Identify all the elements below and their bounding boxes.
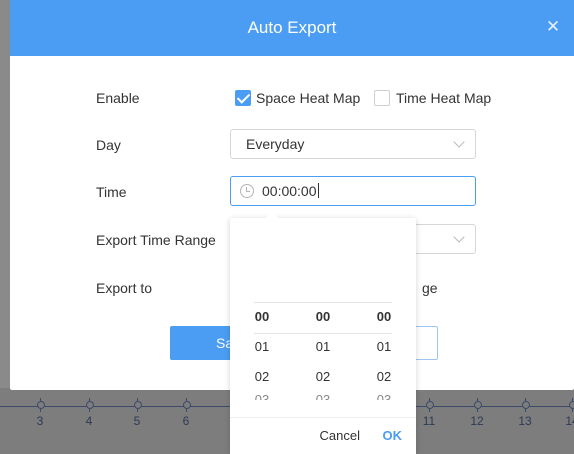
- minute-option[interactable]: 00: [303, 302, 343, 332]
- tick-label: 14: [565, 414, 574, 428]
- tick-label: 5: [133, 414, 141, 428]
- chevron-down-icon: [453, 136, 465, 148]
- export-time-range-label: Export Time Range: [96, 232, 216, 248]
- hour-option[interactable]: 01: [242, 332, 282, 362]
- second-option[interactable]: 02: [364, 362, 404, 392]
- tick-label: 3: [36, 414, 44, 428]
- hour-column[interactable]: 00 01 02 03: [242, 302, 282, 400]
- time-input-value: 00:00:00: [262, 183, 319, 199]
- timeline-tick: 5: [127, 398, 147, 428]
- second-option[interactable]: 03: [364, 392, 404, 400]
- second-column[interactable]: 00 01 02 03: [364, 302, 404, 400]
- minute-option[interactable]: 02: [303, 362, 343, 392]
- tick-label: 4: [85, 414, 93, 428]
- time-input[interactable]: 00:00:00: [230, 176, 476, 206]
- timeline-tick: 6: [176, 398, 196, 428]
- tick-label: 11: [422, 414, 436, 428]
- timeline-tick: 12: [467, 398, 487, 428]
- picker-ok-button[interactable]: OK: [383, 428, 403, 443]
- space-heat-map-checkbox[interactable]: [235, 90, 251, 106]
- enable-label: Enable: [96, 90, 140, 106]
- hour-option[interactable]: 02: [242, 362, 282, 392]
- close-icon[interactable]: ✕: [542, 16, 564, 38]
- day-label: Day: [96, 137, 121, 153]
- picker-footer: Cancel OK: [230, 417, 416, 454]
- time-heat-map-checkbox[interactable]: [374, 90, 390, 106]
- tick-label: 6: [182, 414, 190, 428]
- day-select-value: Everyday: [246, 136, 305, 152]
- dialog-title: Auto Export: [247, 18, 337, 37]
- timeline-tick: 14: [562, 398, 574, 428]
- space-heat-map-label[interactable]: Space Heat Map: [256, 90, 360, 106]
- time-label: Time: [96, 184, 127, 200]
- clock-icon: [240, 184, 254, 198]
- dialog-header: Auto Export ✕: [10, 0, 574, 56]
- minute-column[interactable]: 00 01 02 03: [303, 302, 343, 400]
- hour-option[interactable]: 03: [242, 392, 282, 400]
- minute-option[interactable]: 03: [303, 392, 343, 400]
- time-heat-map-label[interactable]: Time Heat Map: [396, 90, 491, 106]
- timeline-tick: 11: [419, 398, 439, 428]
- second-option[interactable]: 01: [364, 332, 404, 362]
- second-option[interactable]: 00: [364, 302, 404, 332]
- picker-arrow: [266, 212, 278, 218]
- day-select[interactable]: Everyday: [230, 129, 476, 159]
- timeline-tick: 3: [30, 398, 50, 428]
- hour-option[interactable]: 00: [242, 302, 282, 332]
- tick-label: 12: [470, 414, 484, 428]
- timeline-tick: 4: [79, 398, 99, 428]
- chevron-down-icon: [453, 231, 465, 243]
- minute-option[interactable]: 01: [303, 332, 343, 362]
- timeline-tick: 13: [515, 398, 535, 428]
- export-to-option-text: ge: [422, 280, 438, 296]
- export-to-label: Export to: [96, 280, 153, 296]
- picker-cancel-button[interactable]: Cancel: [320, 428, 360, 443]
- tick-label: 13: [518, 414, 532, 428]
- time-picker-panel: 00 01 02 03 00 01 02 03 00 01 02 03 Canc…: [230, 212, 416, 454]
